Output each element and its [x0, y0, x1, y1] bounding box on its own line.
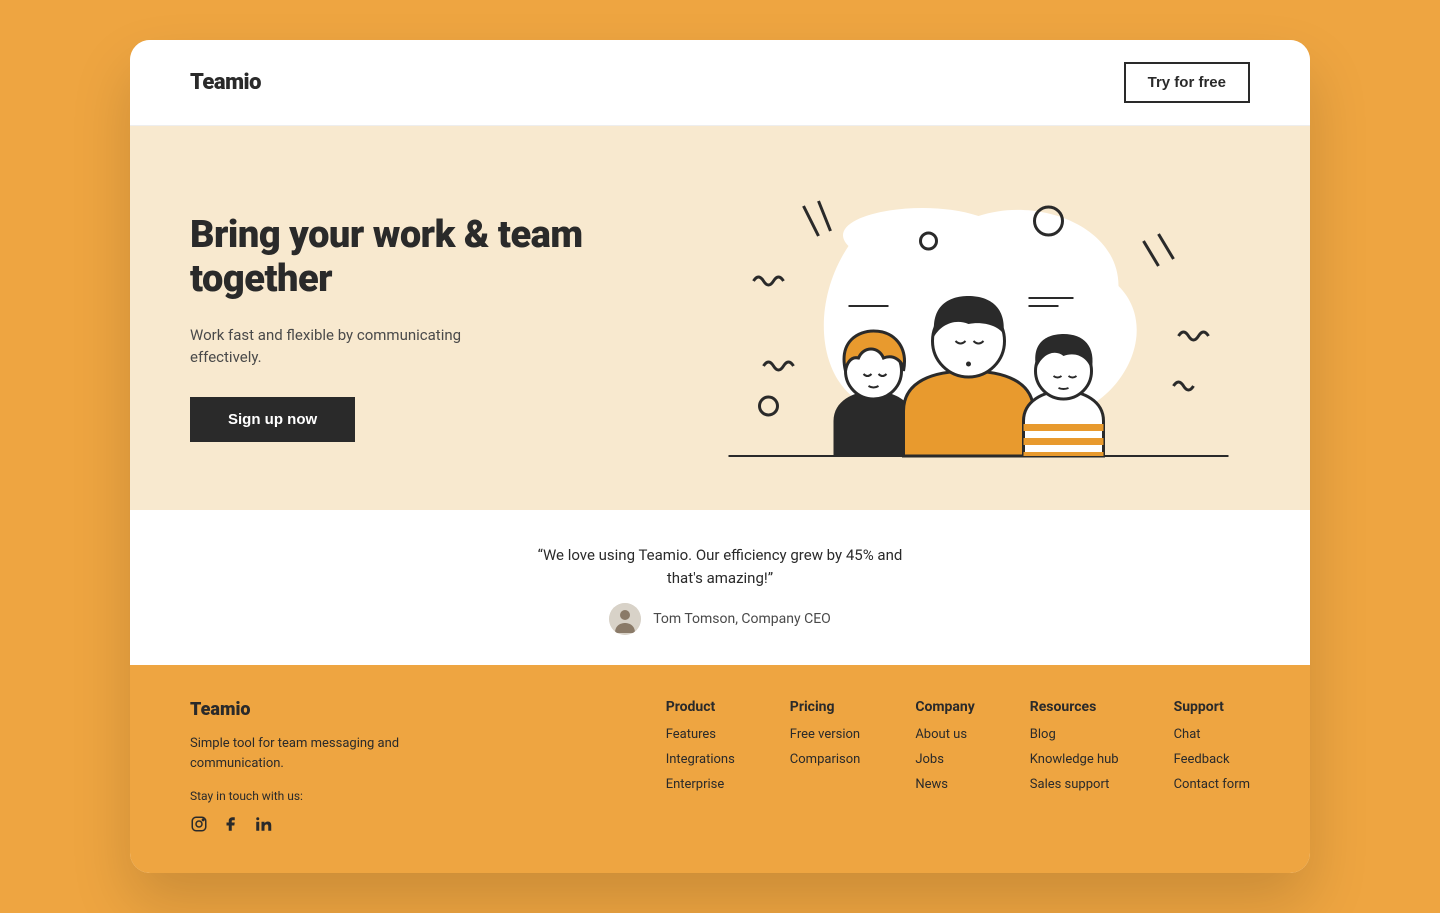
footer-link[interactable]: Enterprise — [666, 777, 735, 792]
instagram-icon[interactable] — [190, 815, 208, 833]
hero-content: Bring your work & team together Work fas… — [190, 214, 667, 441]
footer-col-pricing: Pricing Free version Comparison — [790, 699, 861, 833]
footer-brand: Teamio Simple tool for team messaging an… — [190, 699, 450, 833]
footer-col-title: Support — [1174, 699, 1250, 715]
social-links — [190, 815, 450, 833]
footer-link[interactable]: News — [915, 777, 974, 792]
footer-col-company: Company About us Jobs News — [915, 699, 974, 833]
hero-section: Bring your work & team together Work fas… — [130, 126, 1310, 510]
footer-link[interactable]: Sales support — [1030, 777, 1119, 792]
footer-col-support: Support Chat Feedback Contact form — [1174, 699, 1250, 833]
sign-up-button[interactable]: Sign up now — [190, 397, 355, 442]
avatar-icon — [609, 603, 641, 635]
footer-link[interactable]: Chat — [1174, 727, 1250, 742]
footer-link[interactable]: Blog — [1030, 727, 1119, 742]
footer-link[interactable]: Feedback — [1174, 752, 1250, 767]
team-illustration-icon — [707, 186, 1250, 466]
testimonial-section: “We love using Teamio. Our efficiency gr… — [130, 510, 1310, 665]
footer-link[interactable]: Knowledge hub — [1030, 752, 1119, 767]
testimonial-name: Tom Tomson, Company CEO — [653, 611, 831, 627]
hero-subtitle: Work fast and flexible by communicating … — [190, 324, 490, 369]
footer-link[interactable]: Jobs — [915, 752, 974, 767]
footer-link[interactable]: About us — [915, 727, 974, 742]
footer-link[interactable]: Comparison — [790, 752, 861, 767]
footer-link[interactable]: Integrations — [666, 752, 735, 767]
footer-stay-label: Stay in touch with us: — [190, 789, 450, 803]
try-for-free-button[interactable]: Try for free — [1124, 62, 1250, 103]
footer-col-title: Pricing — [790, 699, 861, 715]
footer-logo: Teamio — [190, 699, 450, 720]
facebook-icon[interactable] — [222, 815, 240, 833]
footer-columns: Product Features Integrations Enterprise… — [666, 699, 1250, 833]
footer-col-title: Resources — [1030, 699, 1119, 715]
page-card: Teamio Try for free Bring your work & te… — [130, 40, 1310, 873]
footer-link[interactable]: Free version — [790, 727, 861, 742]
testimonial-text: “We love using Teamio. Our efficiency gr… — [520, 544, 920, 589]
footer: Teamio Simple tool for team messaging an… — [130, 665, 1310, 873]
hero-title: Bring your work & team together — [190, 214, 667, 301]
footer-tagline: Simple tool for team messaging and commu… — [190, 734, 450, 773]
avatar — [609, 603, 641, 635]
footer-link[interactable]: Contact form — [1174, 777, 1250, 792]
hero-illustration — [707, 186, 1250, 470]
header: Teamio Try for free — [130, 40, 1310, 126]
linkedin-icon[interactable] — [254, 815, 272, 833]
testimonial-author: Tom Tomson, Company CEO — [150, 603, 1290, 635]
footer-link[interactable]: Features — [666, 727, 735, 742]
footer-col-title: Company — [915, 699, 974, 715]
logo: Teamio — [190, 70, 261, 95]
footer-col-resources: Resources Blog Knowledge hub Sales suppo… — [1030, 699, 1119, 833]
footer-col-title: Product — [666, 699, 735, 715]
footer-col-product: Product Features Integrations Enterprise — [666, 699, 735, 833]
